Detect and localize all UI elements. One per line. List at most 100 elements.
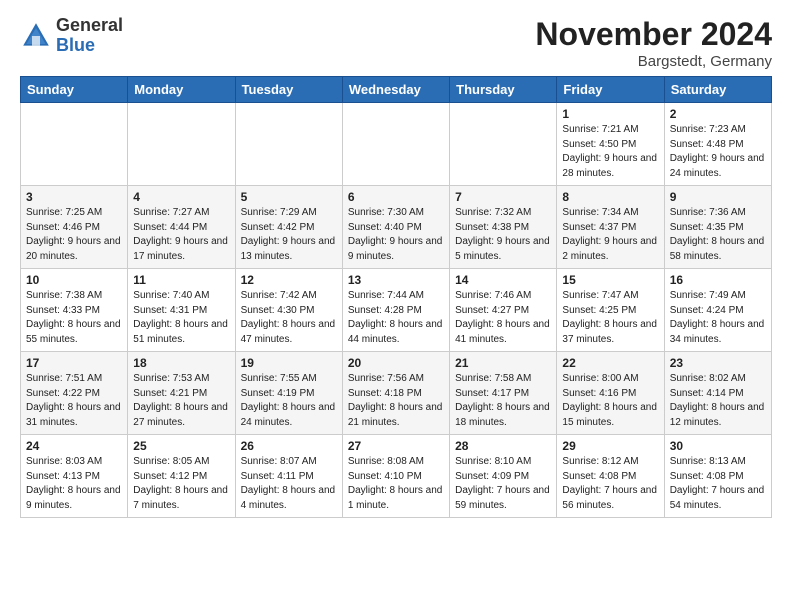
week-row-5: 24 Sunrise: 8:03 AM Sunset: 4:13 PM Dayli…: [21, 435, 772, 518]
day-info: Sunrise: 8:05 AM Sunset: 4:12 PM Dayligh…: [133, 455, 229, 513]
day-number: 12: [241, 273, 337, 287]
day-number: 9: [670, 190, 766, 204]
day-cell: [342, 103, 449, 186]
day-cell: 7Sunrise: 7:32 AM Sunset: 4:38 PM Daylig…: [450, 186, 557, 269]
day-number: 19: [241, 356, 337, 370]
day-number: 28: [455, 439, 551, 453]
day-number: 5: [241, 190, 337, 204]
day-cell: 14 Sunrise: 7:46 AM Sunset: 4:27 PM Dayli…: [450, 269, 557, 352]
month-title: November 2024: [535, 16, 772, 53]
day-cell: 23Sunrise: 8:02 AM Sunset: 4:14 PM Dayli…: [664, 352, 771, 435]
day-number: 17: [26, 356, 122, 370]
day-cell: 2 Sunrise: 7:23 AM Sunset: 4:48 PM Daylig…: [664, 103, 771, 186]
day-cell: 30 Sunrise: 8:13 AM Sunset: 4:08 PM Dayli…: [664, 435, 771, 518]
day-number: 10: [26, 273, 122, 287]
day-cell: 22 Sunrise: 8:00 AM Sunset: 4:16 PM Dayli…: [557, 352, 664, 435]
day-header-friday: Friday: [557, 77, 664, 103]
day-info: Sunrise: 7:42 AM Sunset: 4:30 PM Dayligh…: [241, 289, 337, 347]
day-info: Sunrise: 7:38 AM Sunset: 4:33 PM Dayligh…: [26, 289, 122, 347]
day-header-monday: Monday: [128, 77, 235, 103]
day-number: 25: [133, 439, 229, 453]
day-cell: 9 Sunrise: 7:36 AM Sunset: 4:35 PM Daylig…: [664, 186, 771, 269]
calendar-header: SundayMondayTuesdayWednesdayThursdayFrid…: [21, 77, 772, 103]
day-cell: 16Sunrise: 7:49 AM Sunset: 4:24 PM Dayli…: [664, 269, 771, 352]
location: Bargstedt, Germany: [535, 53, 772, 70]
logo-general-text: General: [56, 16, 123, 36]
day-info: Sunrise: 7:46 AM Sunset: 4:27 PM Dayligh…: [455, 289, 551, 347]
day-cell: [235, 103, 342, 186]
week-row-1: 1Sunrise: 7:21 AM Sunset: 4:50 PM Daylig…: [21, 103, 772, 186]
day-header-sunday: Sunday: [21, 77, 128, 103]
day-info: Sunrise: 7:49 AM Sunset: 4:24 PM Dayligh…: [670, 289, 766, 347]
day-info: Sunrise: 8:00 AM Sunset: 4:16 PM Dayligh…: [562, 372, 658, 430]
day-number: 30: [670, 439, 766, 453]
day-cell: 20 Sunrise: 7:56 AM Sunset: 4:18 PM Dayli…: [342, 352, 449, 435]
day-cell: 15Sunrise: 7:47 AM Sunset: 4:25 PM Dayli…: [557, 269, 664, 352]
day-cell: 11 Sunrise: 7:40 AM Sunset: 4:31 PM Dayli…: [128, 269, 235, 352]
day-info: Sunrise: 7:36 AM Sunset: 4:35 PM Dayligh…: [670, 206, 766, 264]
day-header-wednesday: Wednesday: [342, 77, 449, 103]
day-info: Sunrise: 8:03 AM Sunset: 4:13 PM Dayligh…: [26, 455, 122, 513]
day-info: Sunrise: 7:51 AM Sunset: 4:22 PM Dayligh…: [26, 372, 122, 430]
day-info: Sunrise: 8:10 AM Sunset: 4:09 PM Dayligh…: [455, 455, 551, 513]
day-number: 11: [133, 273, 229, 287]
day-cell: 4Sunrise: 7:27 AM Sunset: 4:44 PM Daylig…: [128, 186, 235, 269]
page: General Blue November 2024 Bargstedt, Ge…: [0, 0, 792, 528]
day-cell: 27 Sunrise: 8:08 AM Sunset: 4:10 PM Dayli…: [342, 435, 449, 518]
day-info: Sunrise: 7:47 AM Sunset: 4:25 PM Dayligh…: [562, 289, 658, 347]
day-number: 2: [670, 107, 766, 121]
day-number: 3: [26, 190, 122, 204]
day-info: Sunrise: 7:30 AM Sunset: 4:40 PM Dayligh…: [348, 206, 444, 264]
day-number: 20: [348, 356, 444, 370]
day-info: Sunrise: 8:13 AM Sunset: 4:08 PM Dayligh…: [670, 455, 766, 513]
day-header-saturday: Saturday: [664, 77, 771, 103]
header-row: SundayMondayTuesdayWednesdayThursdayFrid…: [21, 77, 772, 103]
day-cell: 19 Sunrise: 7:55 AM Sunset: 4:19 PM Dayli…: [235, 352, 342, 435]
day-info: Sunrise: 7:32 AM Sunset: 4:38 PM Dayligh…: [455, 206, 551, 264]
day-info: Sunrise: 8:08 AM Sunset: 4:10 PM Dayligh…: [348, 455, 444, 513]
day-number: 26: [241, 439, 337, 453]
day-info: Sunrise: 7:34 AM Sunset: 4:37 PM Dayligh…: [562, 206, 658, 264]
day-number: 21: [455, 356, 551, 370]
day-cell: 5 Sunrise: 7:29 AM Sunset: 4:42 PM Daylig…: [235, 186, 342, 269]
calendar-body: 1Sunrise: 7:21 AM Sunset: 4:50 PM Daylig…: [21, 103, 772, 518]
day-number: 23: [670, 356, 766, 370]
day-cell: 29Sunrise: 8:12 AM Sunset: 4:08 PM Dayli…: [557, 435, 664, 518]
calendar: SundayMondayTuesdayWednesdayThursdayFrid…: [20, 76, 772, 518]
logo-icon: [20, 20, 52, 52]
day-cell: [21, 103, 128, 186]
day-number: 29: [562, 439, 658, 453]
day-cell: 17 Sunrise: 7:51 AM Sunset: 4:22 PM Dayli…: [21, 352, 128, 435]
day-info: Sunrise: 7:29 AM Sunset: 4:42 PM Dayligh…: [241, 206, 337, 264]
day-info: Sunrise: 8:07 AM Sunset: 4:11 PM Dayligh…: [241, 455, 337, 513]
week-row-2: 3 Sunrise: 7:25 AM Sunset: 4:46 PM Daylig…: [21, 186, 772, 269]
day-cell: 8Sunrise: 7:34 AM Sunset: 4:37 PM Daylig…: [557, 186, 664, 269]
day-cell: 12 Sunrise: 7:42 AM Sunset: 4:30 PM Dayli…: [235, 269, 342, 352]
day-number: 14: [455, 273, 551, 287]
day-header-thursday: Thursday: [450, 77, 557, 103]
day-number: 1: [562, 107, 658, 121]
day-cell: 3 Sunrise: 7:25 AM Sunset: 4:46 PM Daylig…: [21, 186, 128, 269]
day-cell: 13Sunrise: 7:44 AM Sunset: 4:28 PM Dayli…: [342, 269, 449, 352]
day-number: 4: [133, 190, 229, 204]
week-row-3: 10 Sunrise: 7:38 AM Sunset: 4:33 PM Dayli…: [21, 269, 772, 352]
day-cell: 21Sunrise: 7:58 AM Sunset: 4:17 PM Dayli…: [450, 352, 557, 435]
day-number: 27: [348, 439, 444, 453]
day-info: Sunrise: 7:56 AM Sunset: 4:18 PM Dayligh…: [348, 372, 444, 430]
day-info: Sunrise: 7:25 AM Sunset: 4:46 PM Dayligh…: [26, 206, 122, 264]
day-info: Sunrise: 7:40 AM Sunset: 4:31 PM Dayligh…: [133, 289, 229, 347]
day-cell: 10 Sunrise: 7:38 AM Sunset: 4:33 PM Dayli…: [21, 269, 128, 352]
day-cell: 28 Sunrise: 8:10 AM Sunset: 4:09 PM Dayli…: [450, 435, 557, 518]
day-number: 24: [26, 439, 122, 453]
day-cell: 1Sunrise: 7:21 AM Sunset: 4:50 PM Daylig…: [557, 103, 664, 186]
day-cell: 25 Sunrise: 8:05 AM Sunset: 4:12 PM Dayli…: [128, 435, 235, 518]
title-block: November 2024 Bargstedt, Germany: [535, 16, 772, 70]
day-number: 18: [133, 356, 229, 370]
logo: General Blue: [20, 16, 123, 56]
day-number: 13: [348, 273, 444, 287]
logo-text: General Blue: [56, 16, 123, 56]
day-info: Sunrise: 7:55 AM Sunset: 4:19 PM Dayligh…: [241, 372, 337, 430]
logo-blue-text: Blue: [56, 36, 123, 56]
day-info: Sunrise: 7:23 AM Sunset: 4:48 PM Dayligh…: [670, 123, 766, 181]
day-number: 22: [562, 356, 658, 370]
